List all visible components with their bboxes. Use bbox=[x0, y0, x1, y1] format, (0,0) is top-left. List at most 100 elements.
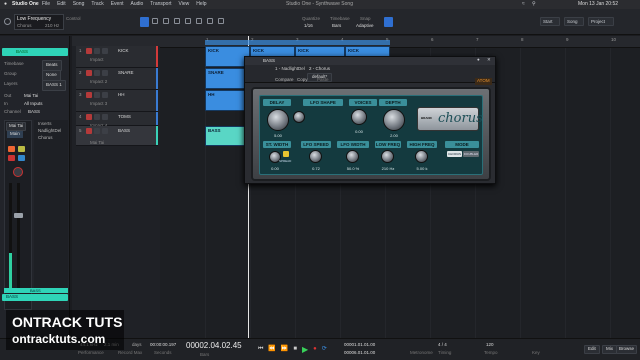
app-menu[interactable]: Studio One bbox=[12, 2, 39, 7]
inspector-track-header[interactable]: BASS bbox=[2, 48, 68, 56]
paste-button[interactable]: Paste bbox=[317, 77, 329, 83]
clip[interactable]: HH bbox=[205, 90, 245, 111]
menu-track[interactable]: Track bbox=[91, 2, 103, 7]
mute-button[interactable] bbox=[86, 114, 92, 120]
output-select[interactable]: Mai Tai bbox=[24, 93, 38, 99]
listen-tool-icon[interactable] bbox=[218, 18, 224, 24]
wifi-icon[interactable]: ≈ bbox=[522, 2, 525, 7]
song-button[interactable]: Song bbox=[564, 17, 584, 26]
menu-song[interactable]: Song bbox=[73, 2, 85, 7]
high-freq-knob[interactable] bbox=[415, 150, 428, 163]
loop-start[interactable]: 00001.01.01.00 bbox=[344, 342, 375, 348]
copy-button[interactable]: Copy bbox=[297, 77, 308, 83]
menu-audio[interactable]: Audio bbox=[131, 2, 144, 7]
track-instrument[interactable]: Impact 2 bbox=[90, 79, 107, 85]
mode-chorus-button[interactable]: CHORUS bbox=[447, 151, 462, 157]
stop-icon[interactable]: ■ bbox=[293, 346, 297, 354]
menu-help[interactable]: Help bbox=[196, 2, 206, 7]
loop-icon[interactable]: ⟳ bbox=[322, 346, 327, 354]
bend-tool-icon[interactable] bbox=[207, 18, 213, 24]
lfo-width-knob[interactable] bbox=[346, 150, 359, 163]
track-name[interactable]: HH bbox=[118, 92, 125, 98]
solo-button[interactable] bbox=[94, 114, 100, 120]
preset-box[interactable]: Low Frequency Chorus 210 Hz bbox=[14, 14, 64, 30]
search-icon[interactable]: ⚲ bbox=[532, 2, 536, 7]
record-button[interactable] bbox=[102, 114, 108, 120]
record-button[interactable] bbox=[8, 155, 15, 161]
track-header[interactable]: 4TOMSImpact 4 bbox=[76, 112, 158, 128]
mute-button[interactable] bbox=[86, 70, 92, 76]
solo-button[interactable] bbox=[94, 70, 100, 76]
apple-icon[interactable]: ● bbox=[4, 2, 7, 7]
loop-end[interactable]: 00006.01.01.00 bbox=[344, 350, 375, 356]
snap-value[interactable]: Adaptive bbox=[356, 23, 374, 29]
track-name[interactable]: SNARE bbox=[118, 70, 134, 76]
solo-button[interactable] bbox=[18, 146, 25, 152]
menu-view[interactable]: View bbox=[179, 2, 190, 7]
compare-button[interactable]: Compare bbox=[275, 77, 294, 83]
record-button[interactable] bbox=[102, 48, 108, 54]
plugin-slot[interactable]: 1 - NadlightDel bbox=[275, 66, 305, 72]
solo-button[interactable] bbox=[94, 128, 100, 134]
track-name[interactable]: KICK bbox=[118, 48, 129, 54]
mute-button[interactable] bbox=[86, 92, 92, 98]
metronome-label[interactable]: Metronome bbox=[410, 350, 433, 356]
record-button[interactable] bbox=[102, 128, 108, 134]
mute-button[interactable] bbox=[86, 48, 92, 54]
track-name[interactable]: TOMS bbox=[118, 114, 131, 120]
menu-event[interactable]: Event bbox=[111, 2, 124, 7]
tool-arrow-button[interactable] bbox=[140, 17, 149, 27]
mute-button[interactable] bbox=[86, 128, 92, 134]
solo-button[interactable] bbox=[94, 48, 100, 54]
track-name[interactable]: BASS bbox=[118, 128, 130, 134]
solo-button[interactable] bbox=[94, 92, 100, 98]
track-instrument[interactable]: Impact 3 bbox=[90, 101, 107, 107]
edit-button[interactable]: Edit bbox=[584, 345, 600, 354]
project-button[interactable]: Project bbox=[588, 17, 614, 26]
mix-button[interactable]: Mix bbox=[602, 345, 617, 354]
volume-fader[interactable] bbox=[17, 183, 20, 293]
mode-doubler-button[interactable]: DOUBLER bbox=[463, 151, 479, 157]
browse-button[interactable]: Browse bbox=[616, 345, 638, 354]
plugin-instance[interactable]: 2 - Chorus bbox=[309, 66, 330, 72]
track-header[interactable]: 2 SNARE Impact 2 bbox=[76, 68, 158, 90]
plugin-titlebar[interactable]: BASS ● ✕ bbox=[245, 57, 495, 65]
close-icon[interactable]: ✕ bbox=[487, 57, 491, 63]
timebase-select[interactable]: Beats bbox=[42, 60, 62, 71]
record-button[interactable] bbox=[102, 70, 108, 76]
track-instrument[interactable]: Mai Tai bbox=[90, 140, 104, 146]
menu-file[interactable]: File bbox=[42, 2, 50, 7]
monitor-button[interactable] bbox=[18, 155, 25, 161]
lfo-shape-knob[interactable] bbox=[293, 111, 305, 123]
layers-select[interactable]: BASS 1 bbox=[42, 80, 66, 91]
track-header[interactable]: 3 HH Impact 3 bbox=[76, 90, 158, 112]
track-instrument[interactable]: Impact bbox=[90, 57, 104, 63]
delay-knob[interactable] bbox=[267, 109, 289, 131]
time-signature[interactable]: 4 / 4 bbox=[438, 342, 447, 348]
quantize-value[interactable]: 1/16 bbox=[304, 23, 313, 29]
clip[interactable]: SNARE bbox=[205, 68, 245, 89]
record-icon[interactable]: ● bbox=[313, 346, 317, 354]
loop-range[interactable] bbox=[205, 40, 390, 45]
mute-tool-icon[interactable] bbox=[196, 18, 202, 24]
track-header[interactable]: 5 BASS bbox=[76, 126, 158, 146]
spread-button[interactable] bbox=[283, 151, 289, 157]
play-icon[interactable]: ▶ bbox=[302, 346, 308, 354]
start-button[interactable]: Start bbox=[540, 17, 560, 26]
forward-icon[interactable]: ⏩ bbox=[281, 346, 288, 354]
track-header[interactable]: 1 KICK Impact bbox=[76, 46, 158, 68]
output-main[interactable]: Main bbox=[7, 131, 23, 138]
depth-knob[interactable] bbox=[383, 109, 405, 131]
time-bars[interactable]: 00002.04.02.45 bbox=[186, 342, 242, 350]
record-button[interactable] bbox=[102, 92, 108, 98]
insert-slot-1[interactable]: NadlightDel bbox=[38, 128, 61, 134]
mute-button[interactable] bbox=[8, 146, 15, 152]
low-freq-knob[interactable] bbox=[381, 150, 394, 163]
input-select[interactable]: All Inputs bbox=[24, 101, 43, 107]
voices-knob[interactable] bbox=[351, 109, 367, 125]
tempo-value[interactable]: 120 bbox=[486, 342, 494, 348]
group-select[interactable]: None bbox=[42, 70, 61, 81]
gear-icon[interactable] bbox=[4, 18, 11, 25]
lfo-speed-knob[interactable] bbox=[309, 150, 322, 163]
snap-toggle-button[interactable] bbox=[384, 17, 393, 27]
